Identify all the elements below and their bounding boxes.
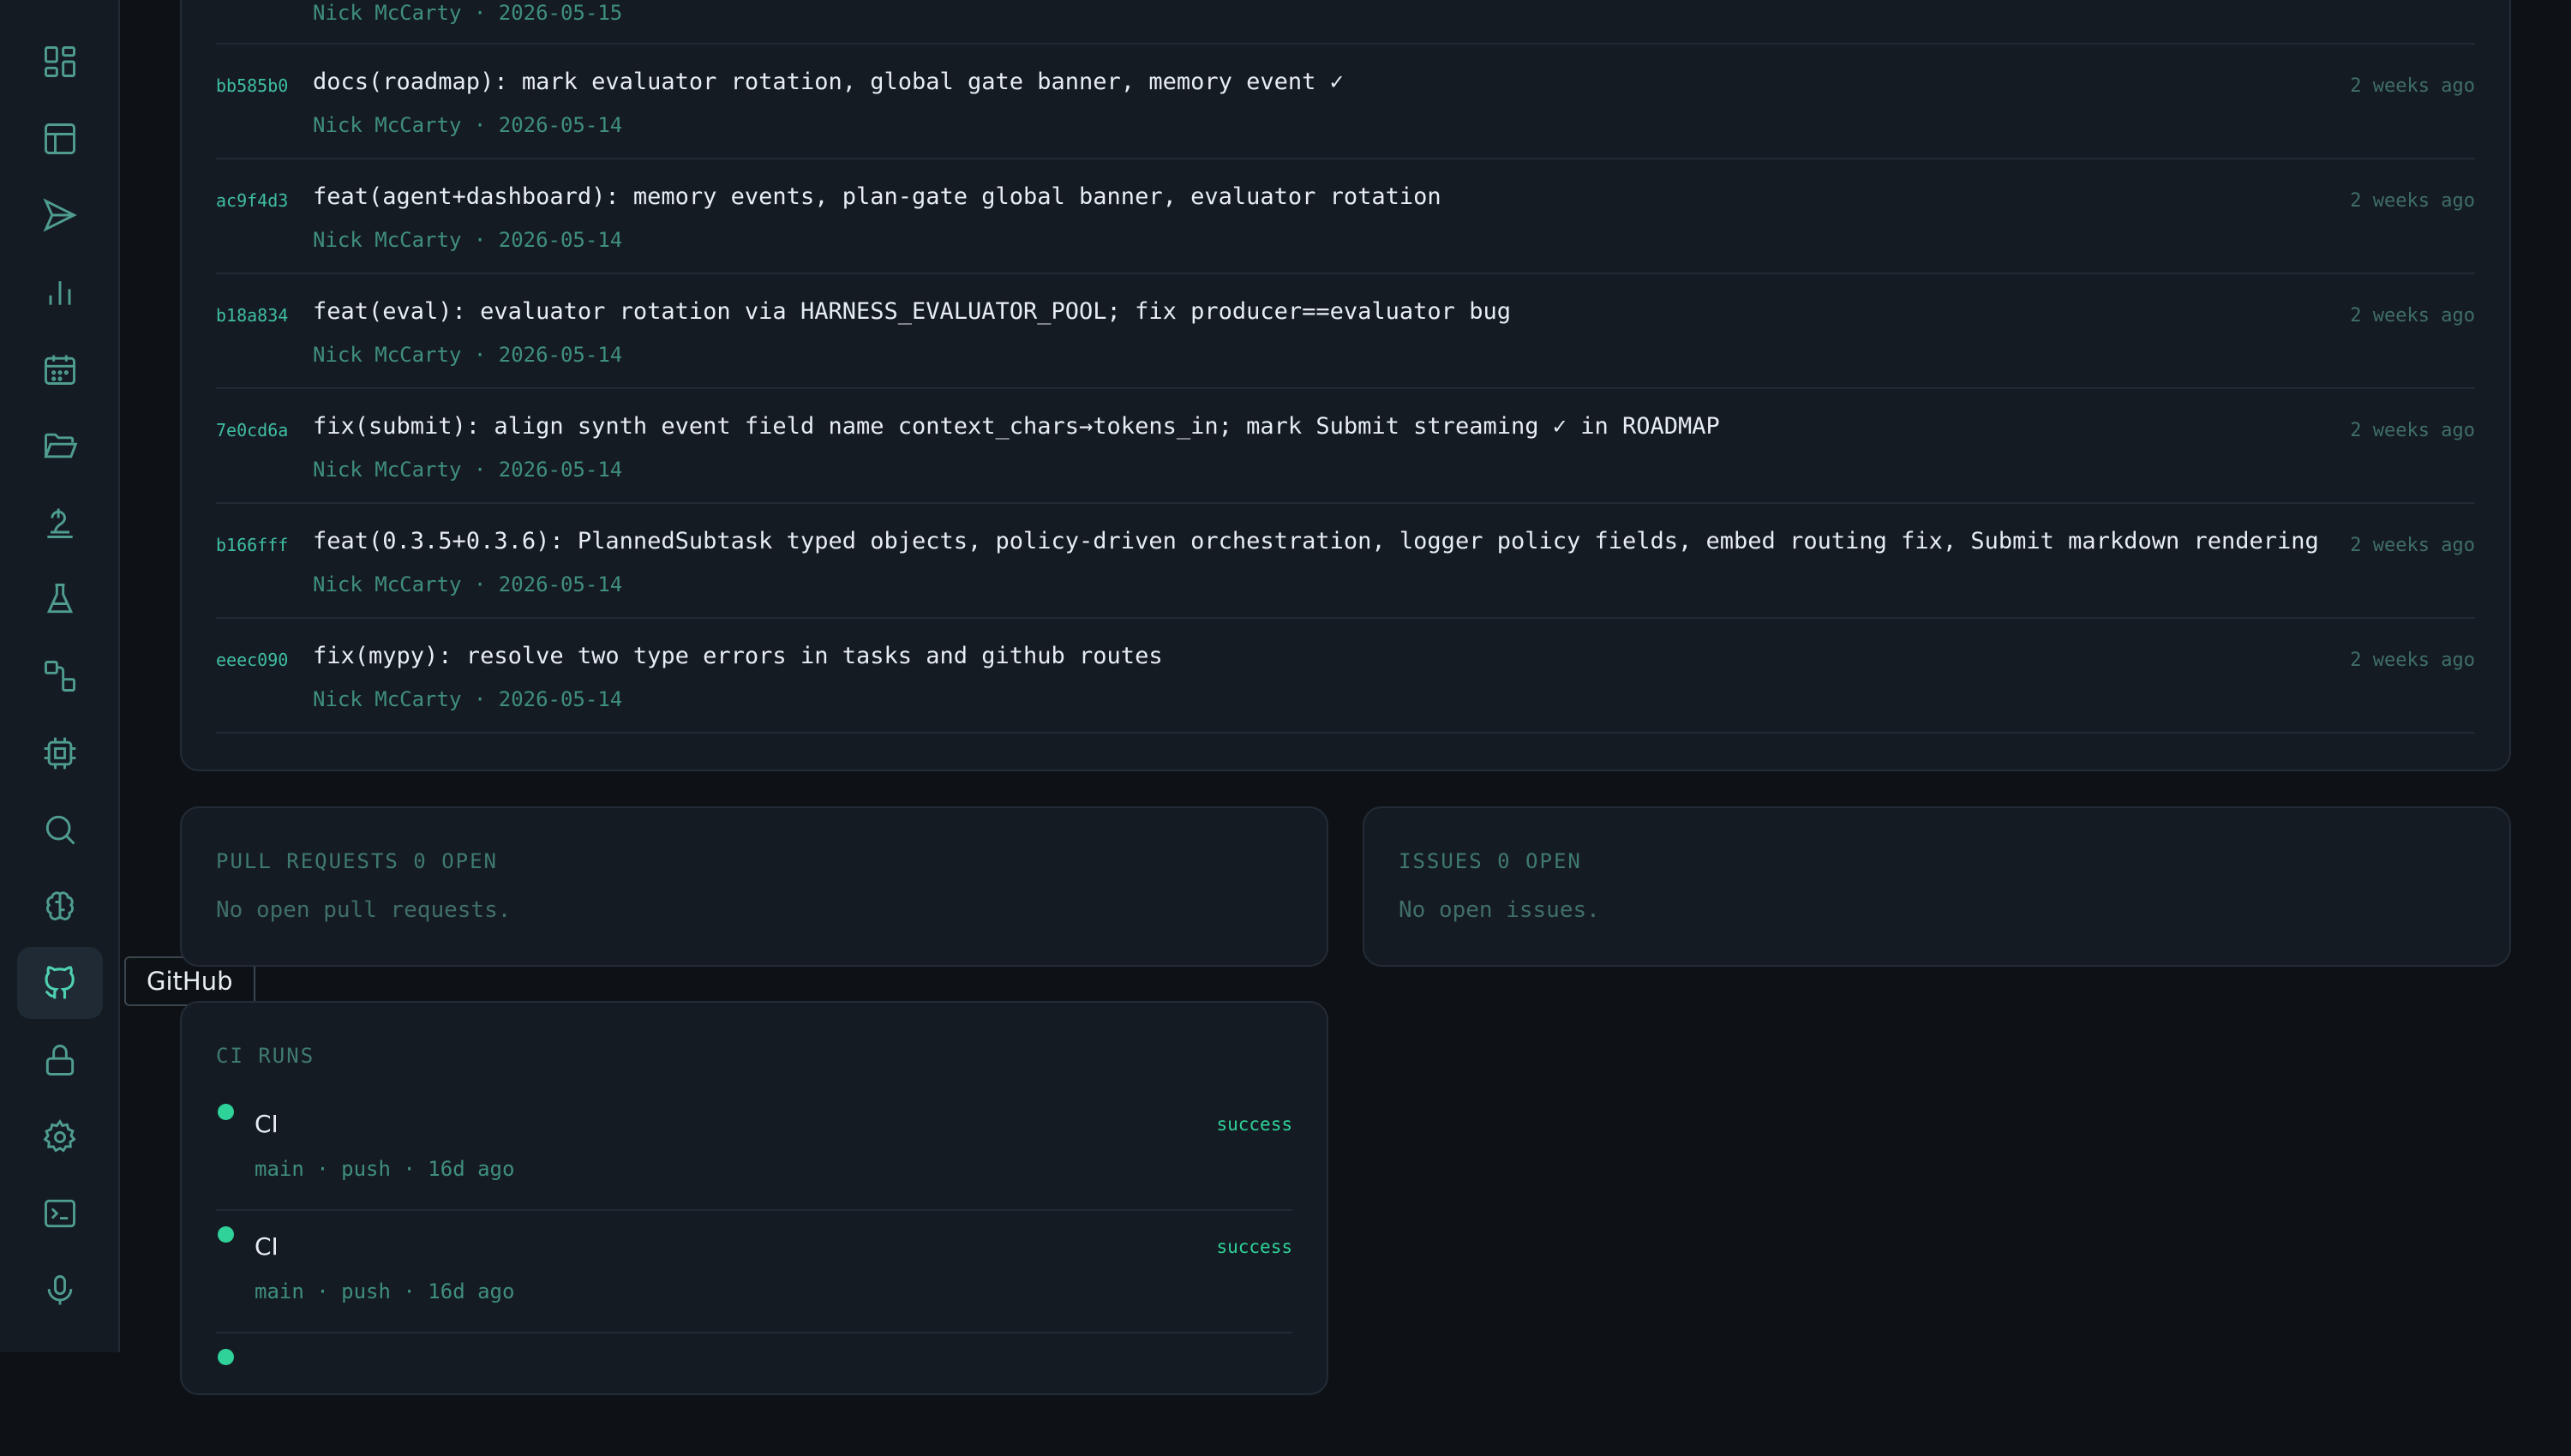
commit-message[interactable]: feat(eval): evaluator rotation via HARNE… bbox=[313, 298, 1511, 325]
nav-calendar[interactable] bbox=[17, 333, 103, 405]
github-icon bbox=[45, 966, 75, 999]
commit-row[interactable]: eeec090 fix(mypy): resolve two type erro… bbox=[216, 619, 2475, 734]
send-icon bbox=[43, 198, 77, 232]
issues-empty: No open issues. bbox=[1399, 897, 1600, 923]
commit-meta: Nick McCarty · 2026-05-14 bbox=[313, 343, 623, 367]
pull-requests-empty: No open pull requests. bbox=[216, 897, 512, 923]
ci-run-row-partial[interactable] bbox=[216, 1333, 1292, 1456]
commit-time: 2 weeks ago bbox=[2350, 420, 2475, 441]
commit-row[interactable]: ac9f4d3 feat(agent+dashboard): memory ev… bbox=[216, 159, 2475, 274]
nav-voice[interactable] bbox=[17, 1255, 103, 1327]
nav-send[interactable] bbox=[17, 179, 103, 251]
terminal-icon bbox=[45, 1199, 75, 1228]
cpu-icon bbox=[44, 737, 76, 770]
nav-workflows[interactable] bbox=[17, 640, 103, 712]
flask-icon bbox=[46, 584, 74, 614]
lamp-icon bbox=[47, 508, 73, 538]
gear-icon bbox=[43, 1118, 76, 1153]
nav-table[interactable] bbox=[17, 103, 103, 175]
ci-run-row[interactable]: CI main · push · 16d ago success bbox=[216, 1088, 1292, 1211]
grid-icon bbox=[45, 46, 75, 77]
brain-icon bbox=[46, 891, 74, 920]
status-dot-icon bbox=[218, 1104, 234, 1120]
commit-time: 2 weeks ago bbox=[2350, 650, 2475, 671]
commit-row[interactable]: b166fff feat(0.3.5+0.3.6): PlannedSubtas… bbox=[216, 504, 2475, 619]
ci-run-status: success bbox=[1216, 1237, 1292, 1257]
commit-message[interactable]: fix(mypy): resolve two type errors in ta… bbox=[313, 643, 1163, 669]
commit-sha[interactable]: b166fff bbox=[216, 535, 288, 555]
search-icon bbox=[45, 815, 75, 845]
nav-lab[interactable] bbox=[17, 487, 103, 559]
status-dot-icon bbox=[218, 1349, 234, 1365]
folder-open-icon bbox=[44, 433, 78, 458]
nav-github[interactable] bbox=[17, 947, 103, 1019]
nav-dashboard[interactable] bbox=[17, 26, 103, 98]
commit-message[interactable]: feat(agent+dashboard): memory events, pl… bbox=[313, 183, 1441, 210]
issues-panel: ISSUES 0 OPEN No open issues. bbox=[1363, 806, 2511, 967]
commit-time: 2 weeks ago bbox=[2350, 535, 2475, 556]
commit-meta: Nick McCarty · 2026-05-14 bbox=[313, 572, 623, 596]
ci-run-name[interactable]: CI bbox=[255, 1110, 279, 1138]
commit-time: 2 weeks ago bbox=[2350, 190, 2475, 212]
bar-chart-icon bbox=[49, 281, 71, 305]
commit-sha[interactable]: eeec090 bbox=[216, 650, 288, 670]
nav-memory[interactable] bbox=[17, 871, 103, 943]
commit-sha[interactable]: b18a834 bbox=[216, 305, 288, 326]
nav-search[interactable] bbox=[17, 794, 103, 866]
ci-runs-title: CI RUNS bbox=[216, 1044, 315, 1068]
commit-meta: Nick McCarty · 2026-05-14 bbox=[313, 687, 623, 711]
commit-meta: Nick McCarty · 2026-05-14 bbox=[313, 458, 623, 482]
commits-panel: Nick McCarty · 2026-05-15 bb585b0 docs(r… bbox=[180, 0, 2511, 771]
commit-time: 2 weeks ago bbox=[2350, 75, 2475, 97]
nav-experiments[interactable] bbox=[17, 563, 103, 635]
commit-sha[interactable]: bb585b0 bbox=[216, 75, 288, 96]
calendar-icon bbox=[45, 355, 75, 385]
commit-meta: Nick McCarty · 2026-05-14 bbox=[313, 228, 623, 252]
ci-run-row[interactable]: CI main · push · 16d ago success bbox=[216, 1211, 1292, 1333]
nav-terminal[interactable] bbox=[17, 1177, 103, 1249]
commit-meta: Nick McCarty · 2026-05-14 bbox=[313, 113, 623, 137]
commit-row[interactable]: b18a834 feat(eval): evaluator rotation v… bbox=[216, 274, 2475, 389]
commit-message[interactable]: docs(roadmap): mark evaluator rotation, … bbox=[313, 69, 1344, 95]
ci-runs-panel: CI RUNS CI main · push · 16d ago success… bbox=[180, 1001, 1328, 1395]
commit-row[interactable]: bb585b0 docs(roadmap): mark evaluator ro… bbox=[216, 45, 2475, 159]
commit-time: 2 weeks ago bbox=[2350, 305, 2475, 327]
lock-icon bbox=[45, 1045, 75, 1076]
nav-security[interactable] bbox=[17, 1024, 103, 1096]
commit-meta: Nick McCarty · 2026-05-15 bbox=[313, 1, 623, 25]
commit-row-partial[interactable]: Nick McCarty · 2026-05-15 bbox=[216, 0, 2475, 45]
workflow-icon bbox=[45, 661, 75, 692]
nav-files[interactable] bbox=[17, 410, 103, 482]
issues-title: ISSUES 0 OPEN bbox=[1399, 849, 1582, 873]
nav-models[interactable] bbox=[17, 717, 103, 789]
ci-run-meta: main · push · 16d ago bbox=[255, 1279, 515, 1303]
nav-analytics[interactable] bbox=[17, 256, 103, 328]
ci-run-name[interactable]: CI bbox=[255, 1232, 279, 1261]
table-icon bbox=[45, 123, 75, 154]
commit-row[interactable]: 7e0cd6a fix(submit): align synth event f… bbox=[216, 389, 2475, 504]
nav-settings[interactable] bbox=[17, 1101, 103, 1173]
commit-sha[interactable]: 7e0cd6a bbox=[216, 420, 288, 440]
microphone-icon bbox=[47, 1275, 73, 1305]
ci-run-meta: main · push · 16d ago bbox=[255, 1157, 515, 1181]
commit-sha[interactable]: ac9f4d3 bbox=[216, 190, 288, 211]
ci-run-status: success bbox=[1216, 1114, 1292, 1135]
sidebar bbox=[0, 0, 120, 1352]
status-dot-icon bbox=[218, 1226, 234, 1243]
pull-requests-title: PULL REQUESTS 0 OPEN bbox=[216, 849, 498, 873]
commit-message[interactable]: fix(submit): align synth event field nam… bbox=[313, 413, 1720, 440]
pull-requests-panel: PULL REQUESTS 0 OPEN No open pull reques… bbox=[180, 806, 1328, 967]
commit-message[interactable]: feat(0.3.5+0.3.6): PlannedSubtask typed … bbox=[313, 528, 2319, 554]
